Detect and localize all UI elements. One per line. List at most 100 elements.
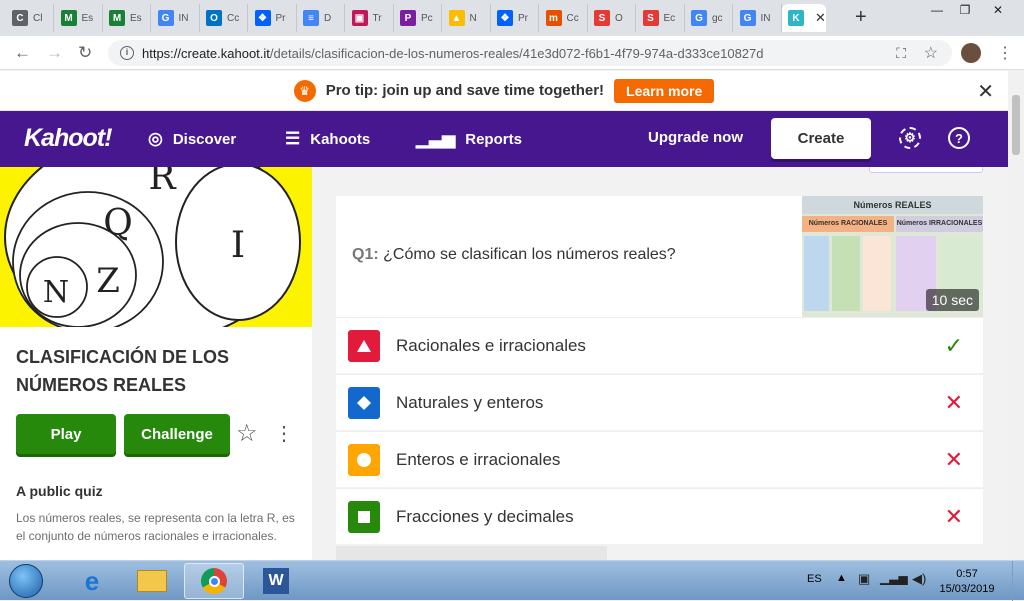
clock-time: 0:57 bbox=[956, 568, 978, 580]
browser-tab[interactable]: C Cl bbox=[6, 4, 54, 32]
quiz-cover-image: R Q I N Z bbox=[0, 167, 312, 327]
correct-check-icon: ✓ bbox=[944, 332, 963, 358]
browser-tab[interactable]: G IN bbox=[152, 4, 200, 32]
browser-tab[interactable]: SO bbox=[588, 4, 636, 32]
maximize-button[interactable]: ❐ bbox=[954, 0, 976, 20]
nav-discover[interactable]: ◎ Discover bbox=[148, 129, 236, 149]
tab-label: Pc bbox=[421, 12, 433, 24]
learn-more-button[interactable]: Learn more bbox=[614, 78, 715, 103]
browser-tab[interactable]: ▣ Tr bbox=[346, 4, 394, 32]
windows-logo-icon bbox=[9, 564, 43, 598]
back-icon[interactable]: ← bbox=[14, 43, 31, 63]
menu-dots-icon[interactable]: ⋮ bbox=[997, 43, 1013, 63]
answer-text: Racionales e irracionales bbox=[396, 335, 586, 355]
question-card[interactable]: Q1: ¿Cómo se clasifican los números real… bbox=[336, 196, 983, 317]
new-tab-button[interactable]: + bbox=[855, 6, 867, 29]
reload-icon[interactable]: ↻ bbox=[78, 43, 92, 63]
browser-tab[interactable]: M Es bbox=[55, 4, 103, 32]
answer-row[interactable]: Fracciones y decimales ✕ bbox=[336, 488, 983, 544]
tab-favicon-icon: C bbox=[12, 10, 28, 26]
tab-favicon-icon: ≡ bbox=[303, 10, 319, 26]
triangle-icon bbox=[348, 329, 380, 362]
browser-toolbar: ← → ↻ i https://create.kahoot.it/details… bbox=[0, 36, 1024, 70]
taskbar-word[interactable]: W bbox=[248, 563, 304, 599]
tab-favicon-icon: G bbox=[739, 10, 756, 26]
tab-favicon-icon: G bbox=[691, 10, 707, 26]
close-window-button[interactable]: ✕ bbox=[982, 0, 1014, 20]
close-tab-icon[interactable]: ✕ bbox=[815, 10, 826, 26]
browser-tab[interactable]: M Es bbox=[103, 4, 151, 32]
show-hidden-icons[interactable]: ▲ bbox=[836, 572, 847, 584]
browser-tab[interactable]: O Cc bbox=[200, 4, 248, 32]
diamond-icon bbox=[348, 386, 380, 419]
tab-favicon-icon: S bbox=[594, 10, 610, 26]
minimize-button[interactable]: — bbox=[926, 0, 948, 20]
bookmark-star-icon[interactable]: ☆ bbox=[924, 43, 938, 63]
more-options-icon[interactable]: ⋮ bbox=[274, 421, 294, 446]
answer-row[interactable]: Naturales y enteros ✕ bbox=[336, 374, 983, 430]
compass-icon: ◎ bbox=[148, 129, 163, 148]
show-answers-toggle[interactable] bbox=[869, 167, 983, 173]
tab-favicon-icon: ▲ bbox=[448, 10, 465, 26]
browser-tab[interactable]: m Cc bbox=[540, 4, 588, 32]
kahoot-logo[interactable]: Kahoot! bbox=[24, 124, 112, 153]
taskbar-explorer[interactable] bbox=[124, 563, 180, 599]
nav-kahoots[interactable]: ☰ Kahoots bbox=[285, 129, 370, 149]
challenge-button[interactable]: Challenge bbox=[124, 414, 230, 454]
cover-letter-r: R bbox=[148, 167, 176, 198]
crown-icon: ♛ bbox=[293, 79, 316, 102]
url-text: https://create.kahoot.it/details/clasifi… bbox=[142, 45, 764, 61]
forward-icon[interactable]: → bbox=[46, 43, 63, 63]
browser-tab[interactable]: G IN bbox=[734, 4, 782, 32]
favorite-star-icon[interactable]: ☆ bbox=[236, 419, 258, 448]
answer-row[interactable]: Enteros e irracionales ✕ bbox=[336, 431, 983, 487]
network-icon[interactable]: ▣ bbox=[858, 571, 870, 587]
signal-icon[interactable]: ▁▃▅ bbox=[880, 571, 908, 585]
tab-label: Es bbox=[130, 12, 142, 24]
visibility-label: A public quiz bbox=[16, 483, 103, 499]
nav-reports[interactable]: ▁▃▅ Reports bbox=[416, 129, 522, 149]
start-button[interactable] bbox=[0, 563, 52, 599]
browser-tab[interactable]: P Pc bbox=[394, 4, 442, 32]
browser-tab[interactable]: S Ec bbox=[637, 4, 685, 32]
circle-icon bbox=[348, 443, 380, 476]
taskbar-chrome[interactable] bbox=[184, 563, 244, 599]
settings-gear-icon[interactable]: ⚙ bbox=[899, 127, 921, 149]
help-icon[interactable]: ? bbox=[948, 127, 970, 149]
language-indicator[interactable]: ES bbox=[807, 573, 822, 585]
browser-tab[interactable]: ▲ N bbox=[443, 4, 491, 32]
page-scrollbar[interactable] bbox=[1008, 71, 1024, 560]
upgrade-now-link[interactable]: Upgrade now bbox=[648, 129, 743, 146]
chrome-icon bbox=[201, 568, 227, 594]
tab-favicon-icon: G bbox=[157, 10, 174, 26]
address-bar[interactable]: i https://create.kahoot.it/details/clasi… bbox=[108, 40, 952, 66]
answer-text: Enteros e irracionales bbox=[396, 449, 561, 469]
tab-favicon-icon: K bbox=[788, 10, 804, 26]
tab-favicon-icon: P bbox=[400, 10, 416, 26]
incorrect-cross-icon: ✕ bbox=[944, 389, 963, 415]
answer-row[interactable]: Racionales e irracionales ✓ bbox=[336, 317, 983, 373]
profile-avatar[interactable] bbox=[961, 43, 981, 63]
scrollbar-thumb[interactable] bbox=[1012, 95, 1020, 155]
site-info-icon[interactable]: i bbox=[120, 46, 134, 60]
taskbar-ie[interactable]: e bbox=[64, 563, 120, 599]
play-button[interactable]: Play bbox=[16, 414, 116, 454]
create-button[interactable]: Create bbox=[771, 118, 871, 159]
close-promo-icon[interactable]: ✕ bbox=[977, 79, 994, 104]
tab-label: D bbox=[324, 12, 332, 24]
browser-tab[interactable]: ≡ D bbox=[297, 4, 345, 32]
tab-label: N bbox=[469, 12, 477, 24]
clock[interactable]: 0:57 15/03/2019 bbox=[936, 567, 998, 597]
browser-tab[interactable]: Ggc bbox=[685, 4, 733, 32]
browser-tab[interactable]: K ✕ bbox=[782, 4, 826, 32]
show-desktop-button[interactable] bbox=[1012, 561, 1024, 601]
list-icon: ☰ bbox=[285, 129, 301, 148]
cover-letter-q: Q bbox=[103, 203, 133, 244]
tab-label: Ec bbox=[663, 12, 676, 24]
volume-icon[interactable]: ◀) bbox=[912, 571, 926, 587]
browser-tab[interactable]: ❖ Pr bbox=[249, 4, 297, 32]
browser-tab[interactable]: ❖ Pr bbox=[491, 4, 539, 32]
translate-icon[interactable]: ⛶ bbox=[896, 45, 906, 62]
cover-letter-n: N bbox=[43, 275, 69, 310]
cover-letter-i: I bbox=[231, 225, 245, 266]
